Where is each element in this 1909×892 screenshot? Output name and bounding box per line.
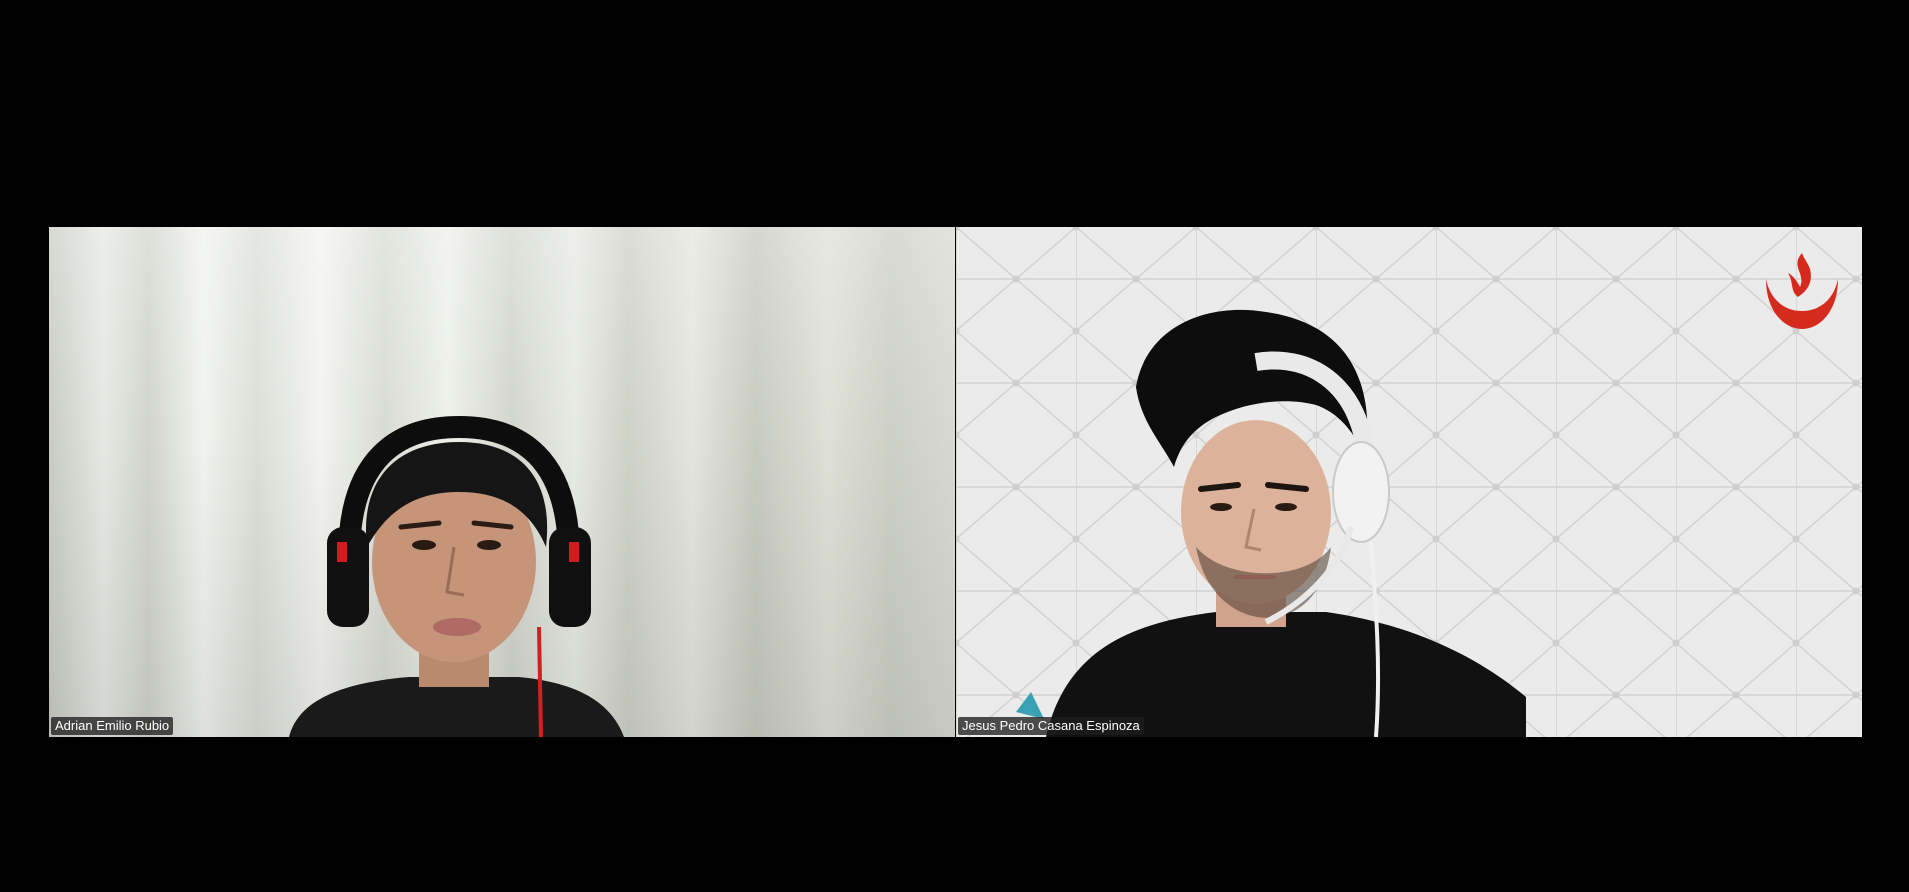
participant-video-2 bbox=[1016, 309, 1526, 737]
meeting-gallery-view: Adrian Emilio Rubio Jesus Pedro Casana E… bbox=[0, 0, 1909, 892]
participant-name-label: Jesus Pedro Casana Espinoza bbox=[958, 717, 1144, 735]
video-tile-2[interactable]: Jesus Pedro Casana Espinoza bbox=[956, 227, 1862, 737]
participant-video-1 bbox=[289, 415, 624, 737]
video-tile-1[interactable]: Adrian Emilio Rubio bbox=[49, 227, 955, 737]
participant-name-label: Adrian Emilio Rubio bbox=[51, 717, 174, 735]
university-flame-logo bbox=[1766, 253, 1838, 329]
